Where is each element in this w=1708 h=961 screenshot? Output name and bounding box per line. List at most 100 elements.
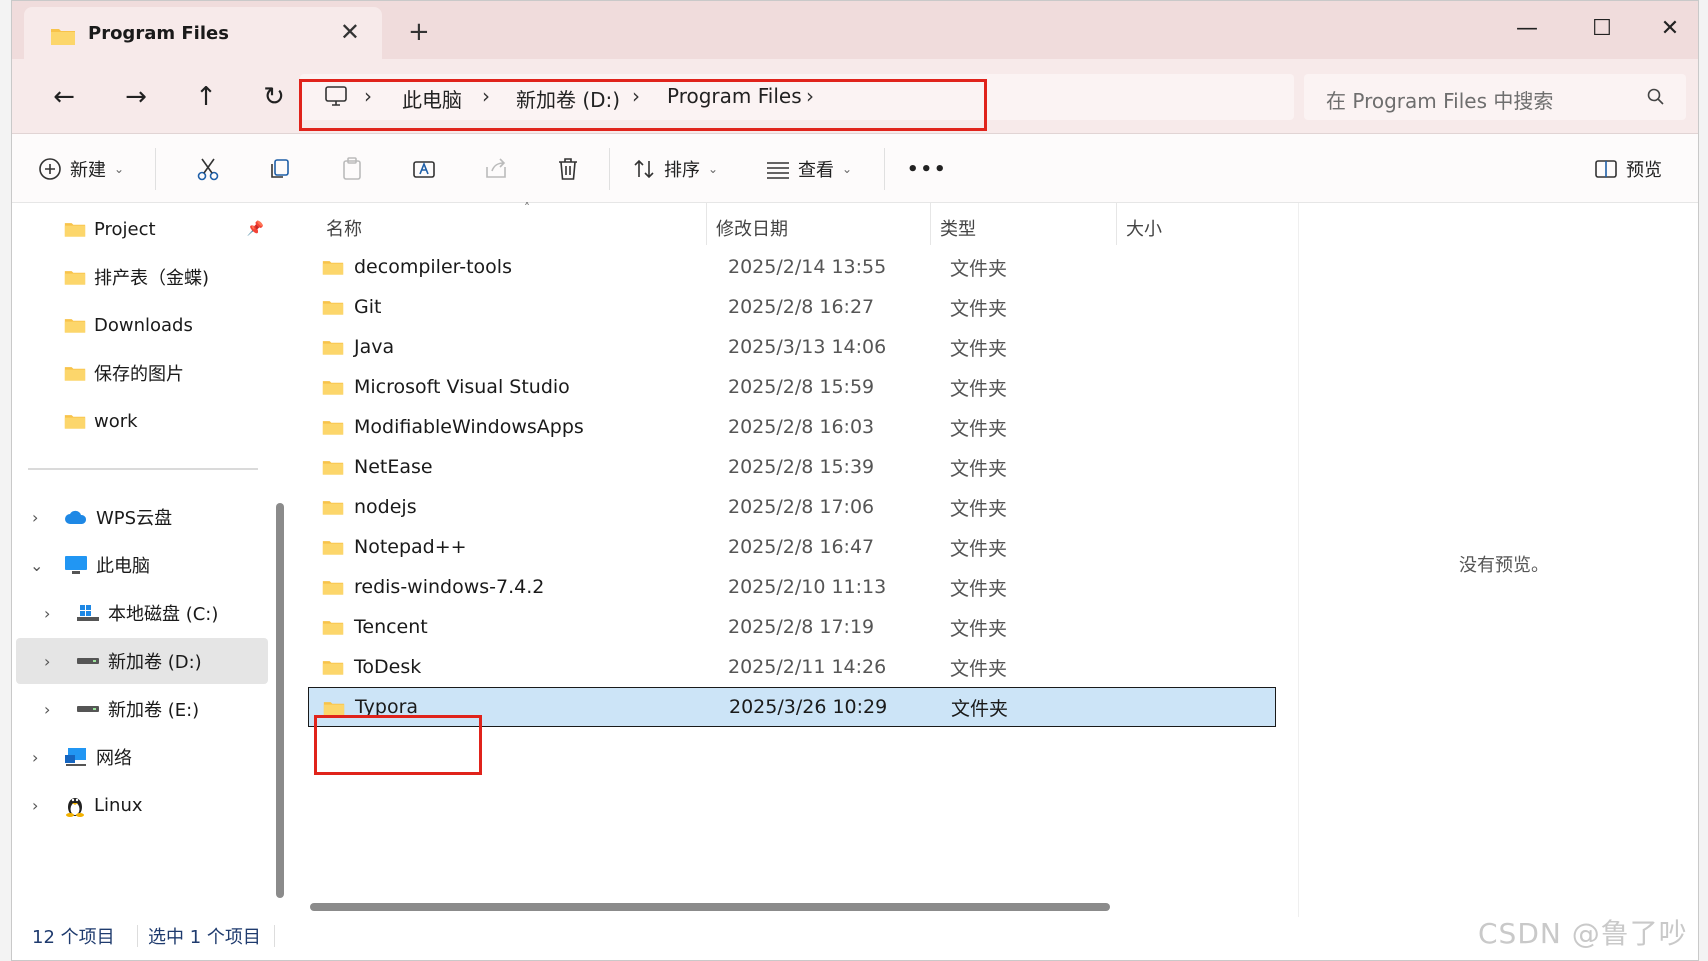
sort-label: 排序 bbox=[664, 160, 700, 181]
file-row[interactable]: redis-windows-7.4.2 2025/2/10 11:13 文件夹 bbox=[308, 567, 1276, 607]
search-input[interactable]: 在 Program Files 中搜索 bbox=[1304, 74, 1686, 120]
sidebar-scrollbar[interactable] bbox=[276, 503, 284, 898]
sidebar-item-label: 新加卷 (D:) bbox=[108, 652, 202, 673]
folder-icon bbox=[322, 301, 344, 315]
file-type: 文件夹 bbox=[950, 657, 1008, 680]
chevron-right-icon[interactable]: › bbox=[32, 748, 38, 767]
sidebar-item-schedule[interactable]: 排产表（金蝶) bbox=[12, 254, 268, 300]
maximize-button[interactable]: ☐ bbox=[1582, 9, 1622, 49]
breadcrumb-this-pc[interactable]: 此电脑 bbox=[402, 84, 462, 113]
file-type: 文件夹 bbox=[950, 537, 1008, 560]
plus-circle-icon bbox=[39, 158, 61, 180]
new-button[interactable]: 新建 ⌄ bbox=[36, 154, 124, 184]
pin-icon[interactable]: 📌 bbox=[247, 221, 264, 237]
file-row[interactable]: Microsoft Visual Studio 2025/2/8 15:59 文件夹 bbox=[308, 367, 1276, 407]
sidebar-item-label: 保存的图片 bbox=[94, 364, 184, 385]
tab-close-icon[interactable]: ✕ bbox=[340, 18, 360, 46]
copy-icon[interactable] bbox=[266, 154, 294, 184]
file-date: 2025/2/11 14:26 bbox=[728, 656, 887, 678]
file-row[interactable]: Notepad++ 2025/2/8 16:47 文件夹 bbox=[308, 527, 1276, 567]
folder-icon bbox=[64, 271, 86, 285]
chevron-down-icon[interactable]: ⌄ bbox=[30, 556, 43, 575]
file-type: 文件夹 bbox=[950, 457, 1008, 480]
file-row[interactable]: Typora 2025/3/26 10:29 文件夹 bbox=[308, 687, 1276, 727]
status-divider bbox=[137, 925, 138, 947]
file-date: 2025/2/8 17:19 bbox=[728, 616, 875, 638]
file-row[interactable]: NetEase 2025/2/8 15:39 文件夹 bbox=[308, 447, 1276, 487]
column-divider[interactable] bbox=[930, 203, 931, 245]
view-button[interactable]: 查看 ⌄ bbox=[764, 154, 852, 184]
column-divider[interactable] bbox=[706, 203, 707, 245]
paste-icon[interactable] bbox=[338, 154, 366, 184]
file-type: 文件夹 bbox=[951, 697, 1009, 720]
sidebar-item-label: 网络 bbox=[96, 748, 132, 769]
chevron-right-icon[interactable]: › bbox=[32, 796, 38, 815]
sidebar-item-this-pc[interactable]: ⌄ 此电脑 bbox=[12, 542, 268, 588]
file-date: 2025/2/14 13:55 bbox=[728, 256, 887, 278]
file-name: NetEase bbox=[354, 456, 433, 478]
forward-button[interactable]: → bbox=[114, 75, 158, 119]
folder-icon bbox=[322, 381, 344, 395]
folder-icon bbox=[323, 702, 345, 716]
column-divider[interactable] bbox=[1116, 203, 1117, 245]
breadcrumb-drive-d[interactable]: 新加卷 (D:) bbox=[516, 84, 620, 113]
up-button[interactable]: ↑ bbox=[184, 75, 228, 119]
column-header-name[interactable]: 名称 bbox=[326, 215, 362, 241]
file-name: Microsoft Visual Studio bbox=[354, 376, 570, 398]
breadcrumb-separator[interactable]: › bbox=[482, 84, 490, 108]
back-button[interactable]: ← bbox=[42, 75, 86, 119]
folder-icon bbox=[322, 421, 344, 435]
file-row[interactable]: Tencent 2025/2/8 17:19 文件夹 bbox=[308, 607, 1276, 647]
file-type: 文件夹 bbox=[950, 337, 1008, 360]
address-bar[interactable]: › 此电脑 › 新加卷 (D:) › Program Files › bbox=[300, 74, 1294, 120]
sidebar-item-wps-cloud[interactable]: › WPS云盘 bbox=[12, 494, 268, 540]
sidebar-item-saved-pictures[interactable]: 保存的图片 bbox=[12, 350, 268, 396]
breadcrumb-program-files[interactable]: Program Files bbox=[667, 84, 802, 108]
new-tab-button[interactable]: + bbox=[408, 17, 430, 47]
close-button[interactable]: ✕ bbox=[1650, 9, 1690, 49]
breadcrumb-separator[interactable]: › bbox=[806, 84, 814, 108]
more-options-button[interactable]: ••• bbox=[907, 154, 948, 184]
horizontal-scrollbar[interactable] bbox=[310, 903, 1110, 911]
computer-icon[interactable] bbox=[324, 84, 348, 108]
tab-program-files[interactable]: Program Files ✕ bbox=[24, 7, 382, 59]
column-header-date[interactable]: 修改日期 bbox=[716, 215, 788, 241]
file-row[interactable]: Git 2025/2/8 16:27 文件夹 bbox=[308, 287, 1276, 327]
file-row[interactable]: ModifiableWindowsApps 2025/2/8 16:03 文件夹 bbox=[308, 407, 1276, 447]
preview-button[interactable]: 预览 bbox=[1592, 154, 1662, 184]
rename-icon[interactable] bbox=[410, 154, 438, 184]
sidebar-item-drive-e[interactable]: › 新加卷 (E:) bbox=[12, 686, 268, 732]
view-label: 查看 bbox=[798, 160, 834, 181]
sidebar-item-work[interactable]: work bbox=[12, 398, 268, 444]
file-date: 2025/2/8 15:59 bbox=[728, 376, 875, 398]
sidebar-item-project[interactable]: Project 📌 bbox=[12, 206, 268, 252]
file-row[interactable]: ToDesk 2025/2/11 14:26 文件夹 bbox=[308, 647, 1276, 687]
column-header-type[interactable]: 类型 bbox=[940, 215, 976, 241]
chevron-right-icon[interactable]: › bbox=[44, 700, 50, 719]
cut-icon[interactable] bbox=[194, 154, 222, 184]
refresh-button[interactable]: ↻ bbox=[252, 75, 296, 119]
chevron-right-icon[interactable]: › bbox=[32, 508, 38, 527]
sidebar-item-network[interactable]: › 网络 bbox=[12, 734, 268, 780]
file-row[interactable]: decompiler-tools 2025/2/14 13:55 文件夹 bbox=[308, 247, 1276, 287]
breadcrumb-separator[interactable]: › bbox=[364, 84, 372, 108]
minimize-button[interactable]: — bbox=[1507, 9, 1547, 49]
sort-button[interactable]: 排序 ⌄ bbox=[630, 154, 718, 184]
chevron-right-icon[interactable]: › bbox=[44, 604, 50, 623]
sidebar-item-linux[interactable]: › Linux bbox=[12, 782, 268, 828]
share-icon[interactable] bbox=[482, 154, 510, 184]
sidebar-item-downloads[interactable]: Downloads bbox=[12, 302, 268, 348]
sidebar-item-drive-c[interactable]: › 本地磁盘 (C:) bbox=[12, 590, 268, 636]
preview-pane: 没有预览。 bbox=[1298, 203, 1698, 917]
file-row[interactable]: nodejs 2025/2/8 17:06 文件夹 bbox=[308, 487, 1276, 527]
breadcrumb-separator[interactable]: › bbox=[632, 84, 640, 108]
navigation-pane: Project 📌 排产表（金蝶) Downloads 保存的图片 work ›… bbox=[12, 203, 284, 913]
delete-icon[interactable] bbox=[554, 154, 582, 184]
search-icon[interactable] bbox=[1646, 87, 1666, 107]
column-header-size[interactable]: 大小 bbox=[1126, 215, 1162, 241]
file-type: 文件夹 bbox=[950, 297, 1008, 320]
file-row[interactable]: Java 2025/3/13 14:06 文件夹 bbox=[308, 327, 1276, 367]
sidebar-item-label: 此电脑 bbox=[96, 556, 150, 577]
chevron-right-icon[interactable]: › bbox=[44, 652, 50, 671]
sidebar-item-drive-d[interactable]: › 新加卷 (D:) bbox=[16, 638, 268, 684]
